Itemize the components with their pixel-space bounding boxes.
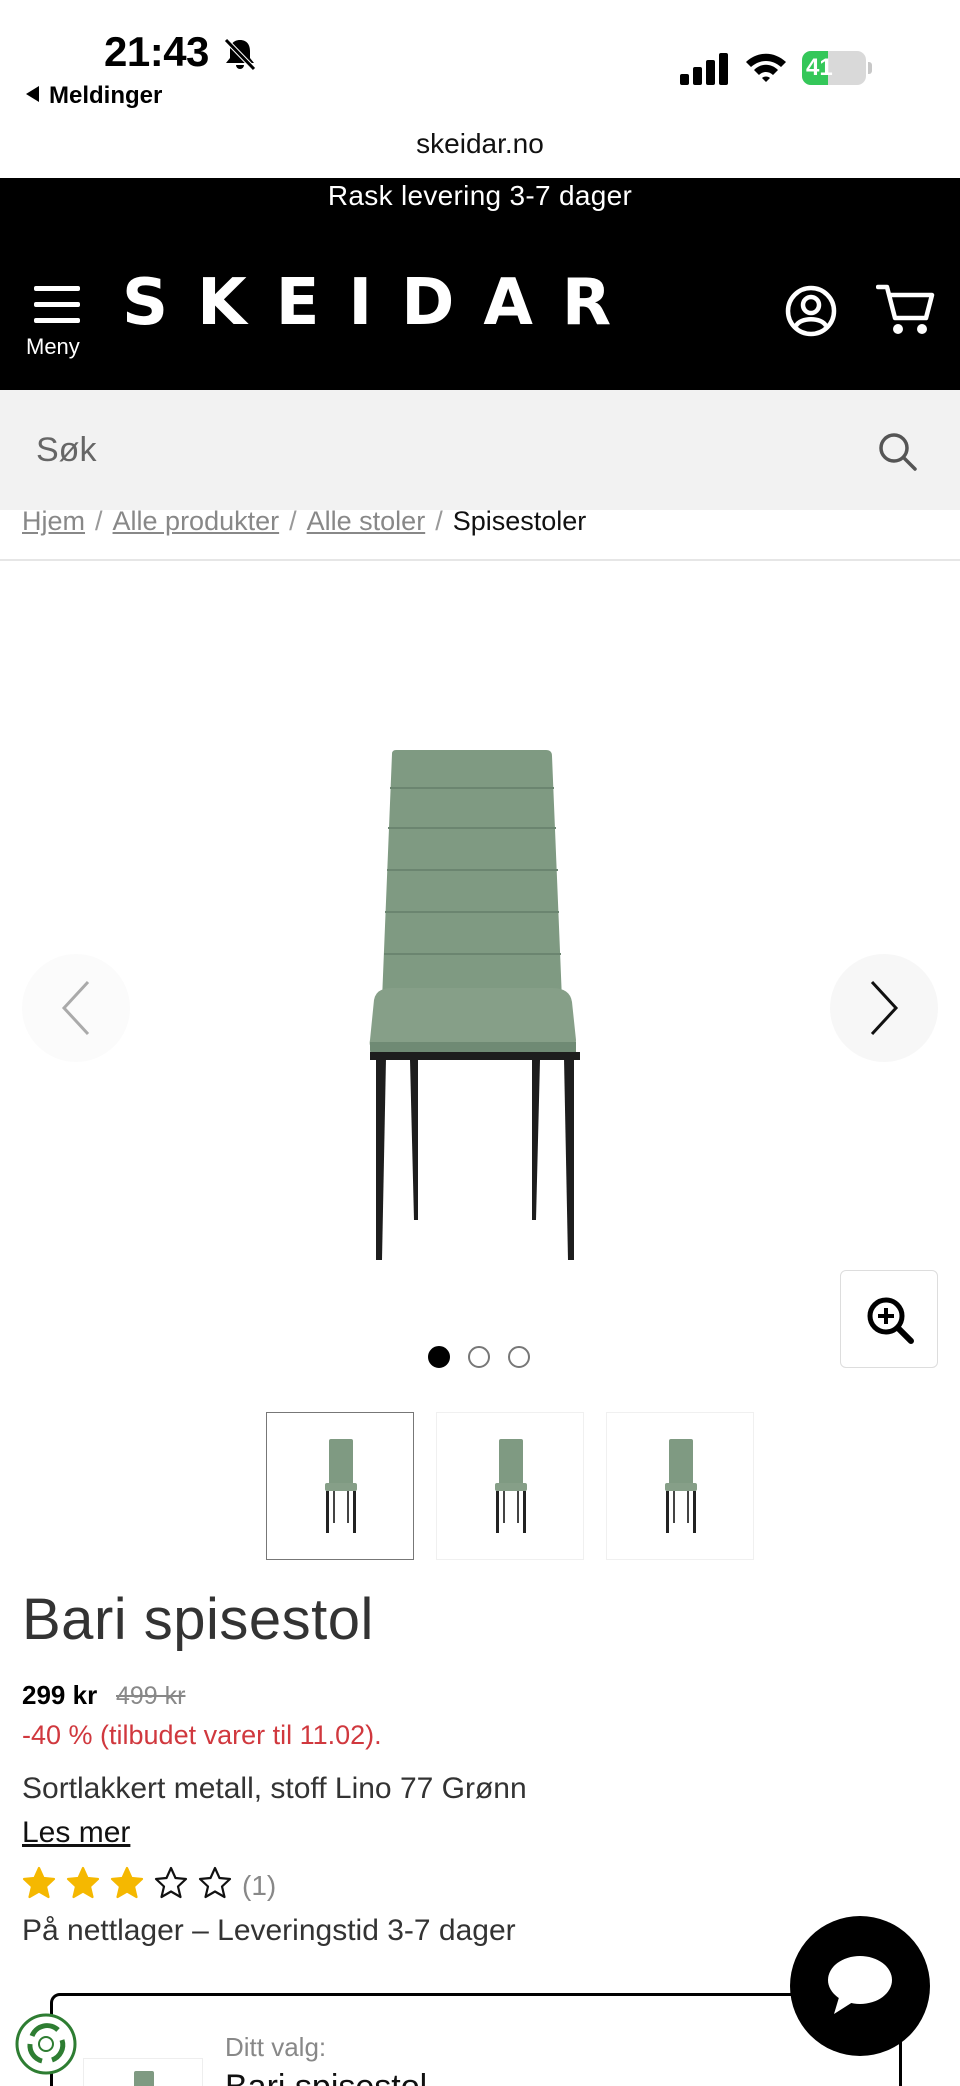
discount-text: -40 % (tilbudet varer til 11.02). (22, 1720, 382, 1750)
gallery-pagination (428, 1346, 538, 1370)
gallery-thumbnail[interactable] (606, 1412, 754, 1560)
breadcrumb-link-all-chairs[interactable]: Alle stoler (307, 506, 426, 536)
selection-value: Bari spisestol (225, 2068, 427, 2086)
back-app-label: Meldinger (49, 82, 163, 109)
selection-label: Ditt valg: (225, 2032, 327, 2062)
breadcrumb-link-home[interactable]: Hjem (22, 506, 85, 536)
breadcrumb-separator: / (95, 506, 103, 536)
star-empty-icon (198, 1866, 232, 1899)
status-time: 21:43 (104, 28, 209, 75)
promo-banner-text: Rask levering 3-7 dager (327, 180, 633, 211)
back-to-app-link[interactable]: Meldinger (26, 82, 162, 110)
battery-indicator: 41 (802, 51, 872, 85)
gallery-dot[interactable] (508, 1346, 530, 1368)
browser-url-bar[interactable]: skeidar.no (0, 128, 960, 178)
product-main-image[interactable] (340, 730, 620, 1270)
site-header: Rask levering 3-7 dager Meny SKEIDAR (0, 178, 960, 390)
chat-button[interactable] (790, 1916, 930, 2056)
chevron-right-icon (870, 980, 899, 1036)
eco-recycle-icon[interactable] (14, 2012, 78, 2076)
gallery-thumbnail[interactable] (436, 1412, 584, 1560)
gallery-dot[interactable] (468, 1346, 490, 1368)
back-arrow-icon (26, 86, 39, 102)
star-filled-icon (110, 1866, 144, 1899)
menu-icon (34, 284, 80, 324)
search-icon[interactable] (876, 430, 918, 472)
product-description: Sortlakkert metall, stoff Lino 77 Grønn (22, 1772, 527, 1805)
star-empty-icon (154, 1866, 188, 1899)
breadcrumb: Hjem / Alle produkter / Alle stoler / Spisesto… (22, 506, 586, 537)
search-input[interactable] (0, 390, 960, 510)
stock-status: På nettlager – Leveringstid 3-7 dager (22, 1914, 516, 1947)
star-filled-icon (66, 1866, 100, 1899)
gallery-prev-button[interactable] (22, 954, 130, 1062)
product-old-price: 499 kr (116, 1682, 186, 1710)
site-logo[interactable]: SKEIDAR (122, 266, 640, 340)
chair-thumbnail-image (495, 1439, 527, 1533)
variant-thumbnail (83, 2058, 203, 2086)
zoom-in-icon (867, 1297, 914, 1344)
chat-bubble-icon (828, 1956, 892, 2014)
search-bar (0, 390, 960, 510)
status-bar: 21:43 Meldinger 41 (0, 0, 960, 120)
product-title: Bari spisestol (22, 1587, 374, 1652)
bell-slash-icon (224, 38, 256, 71)
divider (0, 559, 960, 561)
breadcrumb-current: Spisestoler (452, 506, 587, 536)
battery-cap (868, 62, 872, 74)
chair-thumbnail-image (325, 1439, 357, 1533)
menu-button[interactable]: Meny (22, 278, 92, 368)
battery-body: 41 (802, 51, 866, 85)
cart-icon[interactable] (876, 282, 936, 338)
gallery-dot[interactable] (428, 1346, 450, 1368)
rating-count: (1) (242, 1870, 277, 1901)
gallery-next-button[interactable] (830, 954, 938, 1062)
gallery-thumbnail[interactable] (266, 1412, 414, 1560)
wifi-icon (746, 53, 786, 82)
product-price: 299 kr (22, 1680, 98, 1710)
variant-selection-box[interactable]: Ditt valg: Bari spisestol (50, 1993, 902, 2086)
menu-label: Meny (26, 334, 80, 359)
zoom-button[interactable] (840, 1270, 938, 1368)
chair-thumbnail-image (134, 2071, 154, 2086)
breadcrumb-separator: / (289, 506, 297, 536)
chevron-left-icon (61, 980, 90, 1036)
chair-thumbnail-image (665, 1439, 697, 1533)
read-more-link[interactable]: Les mer (22, 1816, 130, 1850)
cellular-signal-icon (680, 53, 728, 85)
account-icon[interactable] (784, 284, 838, 338)
breadcrumb-separator: / (435, 506, 443, 536)
battery-level: 41 (806, 54, 833, 81)
breadcrumb-link-all-products[interactable]: Alle produkter (113, 506, 280, 536)
star-filled-icon (22, 1866, 56, 1899)
